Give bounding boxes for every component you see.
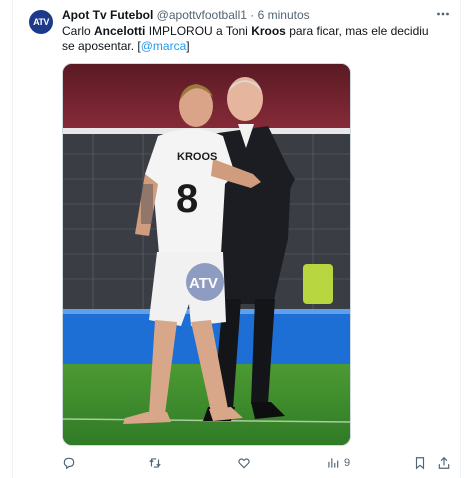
timeline-right-border [460, 0, 461, 478]
views-count: 9 [344, 457, 351, 469]
like-icon [238, 458, 250, 469]
text-part: Carlo [62, 24, 95, 38]
tweet-time[interactable]: 6 minutos [258, 8, 310, 22]
text-bold-ancelotti: Ancelotti [94, 24, 146, 38]
timeline-left-border [12, 0, 13, 478]
views-button[interactable]: 9 [326, 456, 350, 470]
mention-link[interactable]: @marca [141, 39, 187, 53]
author-avatar[interactable]: ATV [29, 10, 53, 34]
tweet-actions: 9 [0, 452, 467, 474]
retweet-button[interactable] [148, 456, 162, 470]
jersey-number: 8 [176, 177, 198, 221]
views-icon [328, 458, 339, 468]
tweet-photo[interactable]: KROOS 8 ATV [62, 63, 351, 446]
avatar-text: ATV [33, 17, 49, 27]
text-part: ] [186, 39, 190, 53]
share-button[interactable] [437, 456, 451, 470]
tweet-header: Apot Tv Futebol @apottvfootball1 · 6 min… [62, 8, 310, 22]
more-icon[interactable] [436, 9, 450, 19]
author-name[interactable]: Apot Tv Futebol [62, 8, 153, 22]
reply-icon [63, 457, 75, 470]
like-button[interactable] [237, 456, 251, 470]
tweet-text: Carlo Ancelotti IMPLOROU a Toni Kroos pa… [62, 24, 442, 54]
header-separator: · [250, 8, 255, 22]
text-bold-kroos: Kroos [251, 24, 286, 38]
photo-illustration: KROOS 8 ATV [63, 64, 350, 445]
jersey-name: KROOS [177, 151, 217, 163]
author-handle[interactable]: @apottvfootball1 [157, 8, 247, 22]
watermark-logo: ATV [186, 263, 224, 301]
share-icon [438, 456, 450, 469]
text-part: IMPLOROU a Toni [145, 24, 252, 38]
bookmark-icon [415, 457, 425, 470]
reply-button[interactable] [62, 456, 76, 470]
steward-vest [303, 264, 333, 304]
retweet-icon [149, 458, 161, 468]
watermark-text: ATV [189, 275, 218, 292]
bookmark-button[interactable] [413, 456, 427, 470]
